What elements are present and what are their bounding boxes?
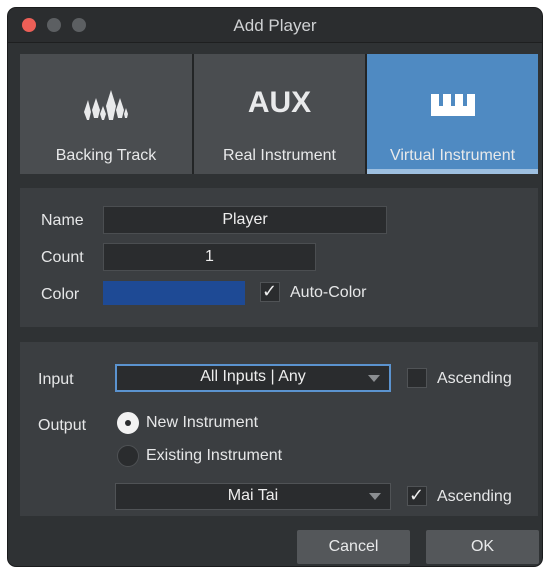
virtual-instrument-label: Virtual Instrument xyxy=(389,147,516,164)
checkmark-icon: ✓ xyxy=(409,485,425,506)
checkmark-icon: ✓ xyxy=(262,281,278,302)
radio-selected-dot xyxy=(125,420,131,426)
cancel-button[interactable]: Cancel xyxy=(297,530,410,564)
name-field[interactable]: Player xyxy=(103,206,387,234)
output-ascending-checkbox[interactable]: ✓ xyxy=(407,485,427,506)
backing-track-label: Backing Track xyxy=(55,147,157,164)
instrument-select[interactable]: Mai Tai xyxy=(115,483,391,510)
real-instrument-label: Real Instrument xyxy=(223,147,336,164)
new-instrument-label: New Instrument xyxy=(146,414,259,431)
player-settings-panel: Name Player Count 1 Color ✓ Auto-Color xyxy=(20,188,538,327)
input-select[interactable]: All Inputs | Any xyxy=(115,364,391,392)
input-ascending-label: Ascending xyxy=(437,370,512,387)
chevron-down-icon xyxy=(368,375,380,382)
real-instrument-button[interactable]: AUX Real Instrument xyxy=(194,54,365,174)
instrument-select-value: Mai Tai xyxy=(227,487,279,504)
waveform-icon xyxy=(84,90,128,120)
count-field[interactable]: 1 xyxy=(103,243,316,271)
title-bar: Add Player xyxy=(8,8,542,43)
input-label: Input xyxy=(38,371,74,388)
new-instrument-radio[interactable] xyxy=(117,412,139,434)
ok-button[interactable]: OK xyxy=(426,530,539,564)
color-label: Color xyxy=(41,286,80,303)
aux-icon: AUX xyxy=(247,86,312,119)
color-swatch[interactable] xyxy=(103,281,245,305)
count-label: Count xyxy=(41,249,84,266)
auto-color-label: Auto-Color xyxy=(290,284,367,301)
input-select-value: All Inputs | Any xyxy=(200,368,306,385)
name-label: Name xyxy=(41,212,84,229)
auto-color-checkbox[interactable]: ✓ xyxy=(260,281,280,302)
keyboard-icon xyxy=(431,94,475,116)
chevron-down-icon xyxy=(369,493,381,500)
routing-panel: Input All Inputs | Any Ascending Output … xyxy=(20,342,538,516)
existing-instrument-radio[interactable] xyxy=(117,445,139,467)
virtual-instrument-button[interactable]: Virtual Instrument xyxy=(367,54,538,174)
output-ascending-label: Ascending xyxy=(437,488,512,505)
window-title: Add Player xyxy=(233,16,317,35)
player-type-selector: Backing Track AUX Real Instrument Virtua… xyxy=(20,54,538,174)
input-ascending-checkbox[interactable] xyxy=(407,368,427,388)
add-player-dialog: Add Player Backing Track AUX Real Instru… xyxy=(8,8,542,566)
backing-track-button[interactable]: Backing Track xyxy=(20,54,192,174)
output-label: Output xyxy=(38,417,87,434)
existing-instrument-label: Existing Instrument xyxy=(146,447,283,464)
